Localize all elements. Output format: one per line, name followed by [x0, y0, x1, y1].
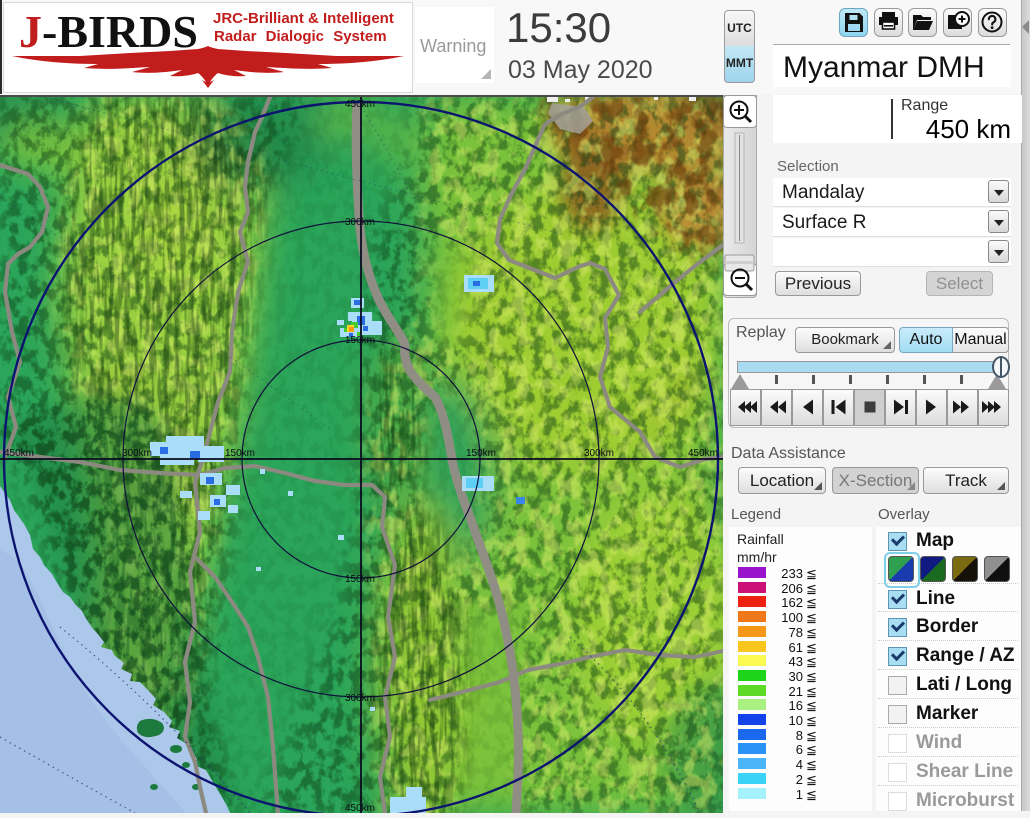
svg-text:150km: 150km — [345, 574, 375, 585]
svg-text:450km: 450km — [345, 803, 375, 813]
svg-text:300km: 300km — [122, 448, 152, 459]
svg-text:450km: 450km — [688, 448, 718, 459]
svg-text:300km: 300km — [345, 217, 375, 228]
svg-text:450km: 450km — [4, 448, 34, 459]
svg-text:150km: 150km — [225, 448, 255, 459]
svg-text:300km: 300km — [345, 693, 375, 704]
svg-text:150km: 150km — [345, 335, 375, 346]
svg-text:450km: 450km — [345, 99, 375, 110]
svg-text:300km: 300km — [584, 448, 614, 459]
svg-text:150km: 150km — [466, 448, 496, 459]
